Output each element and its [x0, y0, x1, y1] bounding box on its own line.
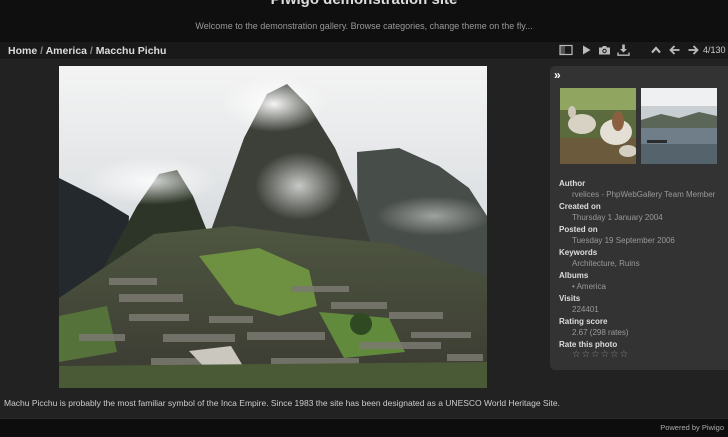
- page-header: Piwigo demonstration site Welcome to the…: [0, 0, 728, 42]
- sidebar-toggle[interactable]: »: [554, 68, 561, 82]
- site-subtitle: Welcome to the demonstration gallery. Br…: [195, 21, 533, 31]
- star-outline-icon[interactable]: ☆: [610, 350, 619, 360]
- main-photo[interactable]: [59, 66, 487, 388]
- breadcrumb-separator: /: [87, 45, 96, 57]
- next-icon[interactable]: [686, 43, 700, 57]
- previous-icon[interactable]: [667, 43, 681, 57]
- info-value[interactable]: Architecture, Ruins: [559, 258, 728, 270]
- info-label: Rating score: [559, 317, 608, 326]
- breadcrumb-category-link[interactable]: America: [46, 45, 87, 57]
- thumbnail-previous[interactable]: [560, 88, 636, 164]
- info-value[interactable]: • America: [559, 281, 728, 293]
- info-label: Author: [559, 179, 586, 188]
- info-value: Thursday 1 January 2004: [572, 213, 663, 222]
- star-outline-icon[interactable]: ☆: [582, 350, 591, 360]
- info-value: rvelices - PhpWebGallery Team Member: [572, 190, 716, 199]
- up-icon[interactable]: [649, 43, 663, 57]
- powered-by[interactable]: Powered by Piwigo: [660, 423, 724, 432]
- breadcrumb: Home / America / Macchu Pichu: [8, 45, 166, 57]
- info-label: Albums: [559, 271, 589, 280]
- download-icon[interactable]: [616, 43, 630, 57]
- site-title[interactable]: Piwigo demonstration site: [0, 0, 728, 8]
- info-value: Tuesday 19 September 2006: [572, 236, 675, 245]
- rating-stars[interactable]: ☆ ☆ ☆ ☆ ☆ ☆: [572, 350, 628, 360]
- photo-caption: Machu Picchu is probably the most famili…: [4, 398, 560, 408]
- star-outline-icon[interactable]: ☆: [591, 350, 600, 360]
- info-label: Keywords: [559, 248, 598, 257]
- info-label: Created on: [559, 202, 601, 211]
- star-outline-icon[interactable]: ☆: [601, 350, 610, 360]
- slideshow-icon[interactable]: [579, 43, 593, 57]
- breadcrumb-separator: /: [37, 45, 46, 57]
- info-label: Visits: [559, 294, 581, 303]
- breadcrumb-home-link[interactable]: Home: [8, 45, 37, 57]
- star-outline-icon[interactable]: ☆: [620, 350, 629, 360]
- show-file-metadata-icon[interactable]: [559, 43, 573, 57]
- star-outline-icon[interactable]: ☆: [572, 350, 581, 360]
- info-value: 2.67 (298 rates): [572, 328, 629, 337]
- info-value: 224401: [572, 305, 599, 314]
- breadcrumb-current: Macchu Pichu: [95, 45, 167, 57]
- info-label: Posted on: [559, 225, 598, 234]
- camera-icon[interactable]: [597, 43, 611, 57]
- image-title-bar: Home / America / Macchu Pichu 4/130: [0, 42, 728, 60]
- page-footer: Powered by Piwigo: [0, 418, 728, 437]
- image-counter: 4/130: [703, 45, 726, 55]
- image-info-list: Author rvelices - PhpWebGallery Team Memb…: [559, 178, 728, 350]
- thumbnail-next[interactable]: [641, 88, 717, 164]
